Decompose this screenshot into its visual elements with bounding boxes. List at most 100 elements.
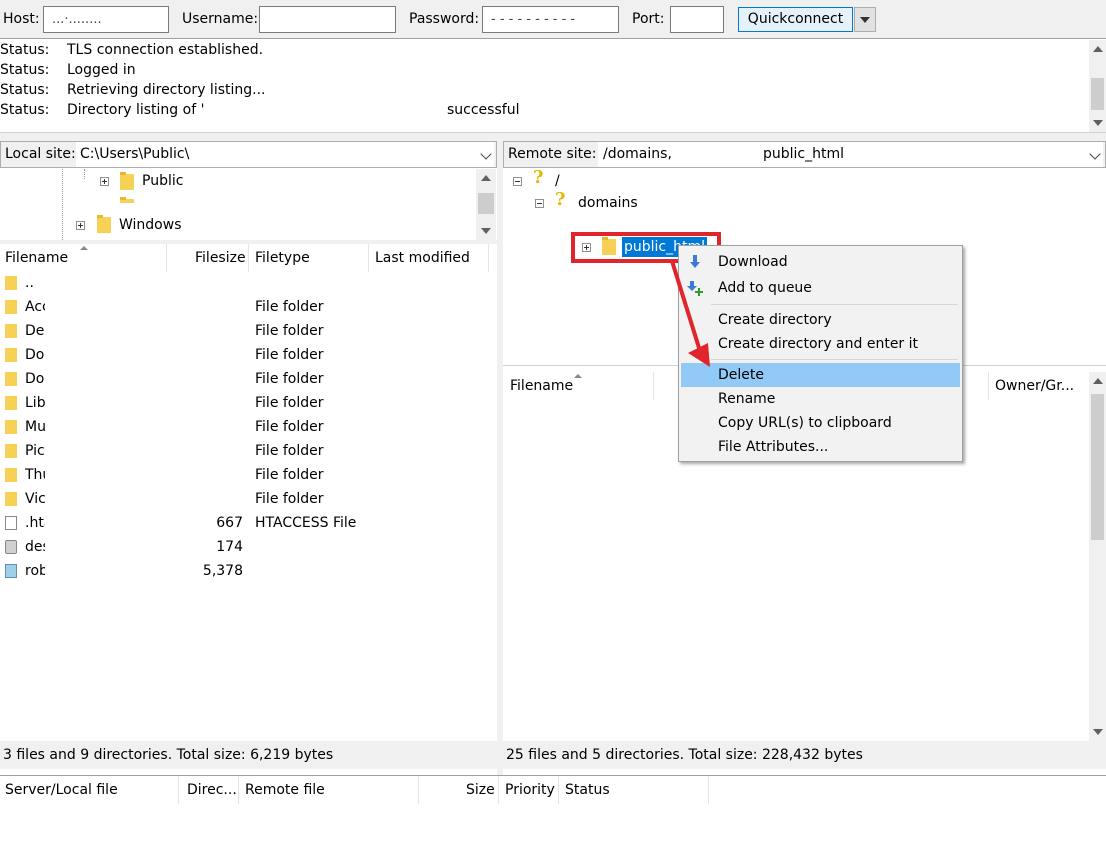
menu-item-file-attributes[interactable]: File Attributes... bbox=[681, 435, 960, 459]
menu-item-label: Create directory and enter it bbox=[718, 336, 919, 352]
column-remote-file[interactable]: Remote file bbox=[245, 782, 325, 798]
column-server-local-file[interactable]: Server/Local file bbox=[5, 782, 118, 798]
scroll-up-icon[interactable] bbox=[1092, 46, 1103, 52]
column-last-modified[interactable]: Last modified bbox=[375, 250, 470, 266]
collapse-icon[interactable] bbox=[513, 177, 522, 186]
menu-item-add-to-queue[interactable]: Add to queue bbox=[681, 276, 960, 300]
folder-icon bbox=[97, 215, 111, 233]
menu-item-copy-url[interactable]: Copy URL(s) to clipboard bbox=[681, 411, 960, 435]
log-splitter[interactable] bbox=[0, 132, 1106, 141]
local-tree-scrollbar[interactable] bbox=[476, 169, 496, 240]
column-status[interactable]: Status bbox=[565, 782, 610, 798]
folder-icon bbox=[120, 172, 134, 190]
log-label: Status: bbox=[0, 102, 50, 118]
folder-icon bbox=[5, 276, 17, 290]
column-size[interactable]: Size bbox=[466, 782, 495, 798]
log-message: TLS connection established. bbox=[67, 42, 264, 58]
host-label: Host: bbox=[3, 11, 40, 27]
log-scrollbar[interactable] bbox=[1089, 40, 1106, 132]
scroll-down-icon[interactable] bbox=[481, 228, 491, 234]
scrollbar-thumb[interactable] bbox=[1091, 394, 1104, 540]
column-filesize[interactable]: Filesize bbox=[195, 250, 246, 266]
list-item[interactable]: Pic File folder bbox=[0, 440, 360, 464]
scrollbar-thumb[interactable] bbox=[1091, 78, 1104, 110]
username-input[interactable] bbox=[259, 6, 396, 33]
folder-icon bbox=[5, 396, 17, 410]
expand-icon[interactable] bbox=[100, 177, 109, 186]
column-direction[interactable]: Direc... bbox=[187, 782, 237, 798]
remote-site-bar: Remote site: /domains, public_html bbox=[503, 141, 1106, 168]
column-filetype[interactable]: Filetype bbox=[255, 250, 310, 266]
quickconnect-history-dropdown[interactable] bbox=[854, 7, 876, 32]
host-input[interactable]: ...·........ bbox=[43, 6, 169, 33]
list-item[interactable]: .hta667HTACCESS File bbox=[0, 512, 360, 536]
column-owner-group[interactable]: Owner/Gr... bbox=[995, 378, 1074, 394]
log-message: Retrieving directory listing... bbox=[67, 82, 266, 98]
local-file-list: .. AccFile folder DeFile folder DoFile f… bbox=[0, 272, 497, 741]
tree-item-domains[interactable]: ? domains bbox=[533, 190, 673, 213]
remote-site-path-input[interactable]: /domains, public_html bbox=[598, 142, 1103, 167]
list-item[interactable]: Do File folder bbox=[0, 368, 360, 392]
menu-item-label: Delete bbox=[718, 367, 764, 383]
tree-item-public[interactable]: Public bbox=[98, 171, 298, 191]
menu-item-download[interactable]: Download bbox=[681, 250, 960, 274]
column-filename[interactable]: Filename bbox=[5, 250, 68, 266]
list-item[interactable]: Vic File folder bbox=[0, 488, 360, 512]
sort-ascending-icon bbox=[80, 246, 88, 251]
sort-ascending-icon bbox=[574, 374, 582, 379]
folder-icon bbox=[5, 324, 17, 338]
remote-site-label: Remote site: bbox=[504, 142, 602, 167]
scrollbar-thumb[interactable] bbox=[478, 193, 494, 214]
list-item[interactable]: Mu File folder bbox=[0, 416, 360, 440]
list-item[interactable]: De File folder bbox=[0, 320, 360, 344]
local-site-label: Local site: bbox=[1, 142, 81, 167]
remote-path-tail: public_html bbox=[763, 146, 845, 162]
file-icon bbox=[5, 516, 17, 530]
scroll-down-icon[interactable] bbox=[1092, 729, 1103, 735]
package-icon bbox=[5, 564, 17, 578]
port-label: Port: bbox=[632, 11, 665, 27]
tree-item-windows[interactable]: Windows bbox=[76, 215, 276, 235]
menu-item-create-directory-enter[interactable]: Create directory and enter it bbox=[681, 332, 960, 356]
log-label: Status: bbox=[0, 82, 50, 98]
list-item[interactable]: des174 bbox=[0, 536, 360, 560]
list-item[interactable]: Lib File folder bbox=[0, 392, 360, 416]
column-priority[interactable]: Priority bbox=[505, 782, 555, 798]
tree-item-root[interactable]: ? / bbox=[511, 168, 611, 191]
tree-item-label: Windows bbox=[119, 217, 182, 233]
list-item[interactable]: rob 5,378 bbox=[0, 560, 360, 584]
folder-icon bbox=[5, 372, 17, 386]
tree-item-label: / bbox=[555, 173, 560, 189]
folder-icon bbox=[120, 197, 134, 203]
username-label: Username: bbox=[182, 11, 259, 27]
list-item[interactable]: Do File folder bbox=[0, 344, 360, 368]
expand-icon[interactable] bbox=[76, 221, 85, 230]
list-item[interactable]: AccFile folder bbox=[0, 296, 360, 320]
list-item[interactable]: ThuFile folder bbox=[0, 464, 360, 488]
log-label: Status: bbox=[0, 42, 50, 58]
scroll-down-icon[interactable] bbox=[1092, 120, 1103, 126]
menu-item-label: File Attributes... bbox=[718, 439, 829, 455]
menu-item-delete[interactable]: Delete bbox=[681, 363, 960, 387]
password-input[interactable]: - - - - - - - - - - bbox=[482, 6, 619, 33]
menu-item-create-directory[interactable]: Create directory bbox=[681, 308, 960, 332]
local-list-header: Filename Filesize Filetype Last modified bbox=[0, 244, 497, 272]
scroll-up-icon[interactable] bbox=[1092, 378, 1103, 384]
collapse-icon[interactable] bbox=[535, 199, 544, 208]
password-label: Password: bbox=[409, 11, 480, 27]
column-filename[interactable]: Filename bbox=[510, 378, 573, 394]
log-message-tail: successful bbox=[447, 102, 520, 118]
folder-icon bbox=[5, 468, 17, 482]
local-status-line: 3 files and 9 directories. Total size: 6… bbox=[0, 741, 497, 769]
context-menu: Download Add to queue Create directory C… bbox=[678, 245, 963, 462]
annotation-arrow-icon bbox=[670, 260, 710, 367]
port-input[interactable] bbox=[670, 6, 724, 33]
quickconnect-button[interactable]: Quickconnect bbox=[738, 7, 853, 32]
remote-list-scrollbar[interactable] bbox=[1089, 372, 1106, 741]
local-site-path-input[interactable]: C:\Users\Public\ bbox=[76, 142, 494, 167]
folder-icon bbox=[5, 420, 17, 434]
log-row: Status: Directory listing of ' successfu… bbox=[0, 102, 600, 122]
scroll-up-icon[interactable] bbox=[481, 175, 491, 181]
menu-item-rename[interactable]: Rename bbox=[681, 387, 960, 411]
list-item[interactable]: .. bbox=[0, 272, 250, 296]
